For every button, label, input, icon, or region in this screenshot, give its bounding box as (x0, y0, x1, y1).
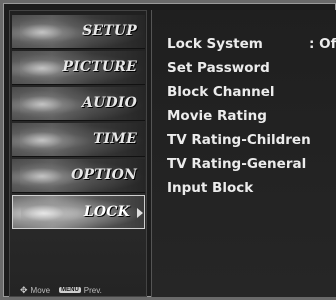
prev-label: Prev. (83, 285, 102, 295)
move-label: Move (30, 285, 51, 295)
arrow-right-icon (137, 208, 143, 218)
menu-item-label: TIME (93, 131, 137, 147)
menu-item-time[interactable]: TIME (12, 123, 145, 157)
menu-key-icon: MENU (59, 287, 81, 293)
osd-window: SETUP PICTURE AUDIO TIME OPTION LOCK ✥ M… (3, 3, 336, 297)
setup-icon (20, 19, 75, 45)
menu-item-label: LOCK (83, 204, 130, 220)
option-tv-rating-children[interactable]: TV Rating-Children (167, 132, 311, 148)
menu-item-label: AUDIO (82, 95, 137, 111)
menu-footer: ✥ Move MENU Prev. (20, 283, 150, 297)
menu-item-label: PICTURE (62, 59, 137, 75)
option-tv-rating-general[interactable]: TV Rating-General (167, 156, 306, 172)
option-icon (20, 163, 75, 189)
menu-item-picture[interactable]: PICTURE (12, 51, 145, 85)
lock-icon (21, 200, 76, 226)
menu-item-label: OPTION (71, 167, 137, 183)
time-icon (20, 127, 75, 153)
lock-system-value: : Off (309, 36, 336, 52)
option-movie-rating[interactable]: Movie Rating (167, 108, 267, 124)
option-set-password[interactable]: Set Password (167, 60, 270, 76)
main-menu: SETUP PICTURE AUDIO TIME OPTION LOCK ✥ M… (9, 10, 147, 297)
menu-item-label: SETUP (82, 23, 137, 39)
menu-item-audio[interactable]: AUDIO (12, 87, 145, 121)
menu-item-lock[interactable]: LOCK (12, 195, 145, 229)
menu-item-option[interactable]: OPTION (12, 159, 145, 193)
option-input-block[interactable]: Input Block (167, 180, 253, 196)
option-block-channel[interactable]: Block Channel (167, 84, 275, 100)
option-lock-system[interactable]: Lock System (167, 36, 263, 52)
menu-item-setup[interactable]: SETUP (12, 15, 145, 49)
audio-icon (20, 91, 75, 117)
lock-options-panel: Lock System : Off Set Password Block Cha… (151, 10, 336, 297)
move-icon: ✥ (20, 284, 28, 295)
